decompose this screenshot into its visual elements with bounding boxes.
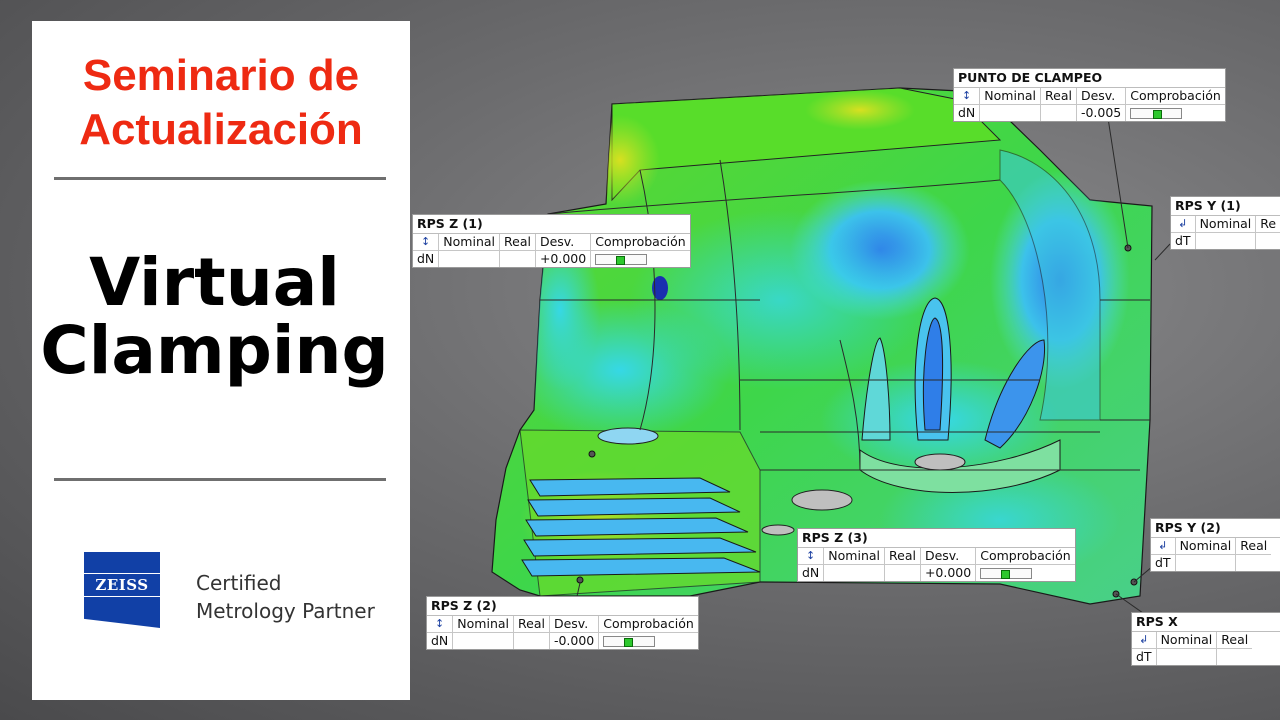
nominal-value — [438, 250, 500, 267]
header-real: Real — [513, 616, 550, 633]
check-bar — [595, 254, 648, 265]
callout-rps-x[interactable]: RPS X ↲ Nominal Real dT — [1131, 612, 1280, 666]
callout-title: RPS Z (2) — [427, 597, 698, 616]
desv-value: -0.000 — [549, 632, 600, 649]
real-value — [1216, 648, 1253, 665]
header-real: Real — [499, 234, 536, 251]
row-label: dN — [413, 250, 440, 267]
nominal-value — [1175, 554, 1237, 571]
callout-title: RPS Z (1) — [413, 215, 690, 234]
header-desv: Desv. — [1076, 88, 1127, 105]
header-comprobacion: Comprobación — [1130, 88, 1221, 103]
header-desv: Desv. — [549, 616, 600, 633]
row-label: dT — [1132, 648, 1157, 665]
callout-punto-de-clampeo[interactable]: PUNTO DE CLAMPEO ↕ Nominal Real Desv. Compro… — [953, 68, 1226, 122]
header-real: Real — [1221, 632, 1249, 647]
nominal-value — [979, 104, 1041, 121]
callout-title: PUNTO DE CLAMPEO — [954, 69, 1225, 88]
normal-arrow-icon: ↕ — [427, 616, 454, 633]
row-label: dN — [427, 632, 454, 649]
header-nominal: Nominal — [452, 616, 514, 633]
nominal-value — [1156, 648, 1218, 665]
desv-value: -0.005 — [1076, 104, 1127, 121]
header-nominal: Nominal — [438, 234, 500, 251]
header-comprobacion: Comprobación — [603, 616, 694, 631]
header-comprobacion: Comprobación — [595, 234, 686, 249]
desv-value: +0.000 — [920, 564, 977, 581]
check-cell — [590, 250, 690, 267]
header-desv: Desv. — [920, 548, 977, 565]
row-label: dN — [798, 564, 825, 581]
header-nominal: Nominal — [979, 88, 1041, 105]
nominal-value — [1195, 232, 1257, 249]
desv-value: +0.000 — [535, 250, 592, 267]
row-label: dN — [954, 104, 981, 121]
tangent-arrow-icon: ↲ — [1171, 216, 1196, 233]
header-real: Real — [1040, 88, 1077, 105]
nominal-value — [823, 564, 885, 581]
header-nominal: Nominal — [1156, 632, 1218, 649]
header-real: Real — [884, 548, 921, 565]
row-label: dT — [1171, 232, 1196, 249]
check-bar — [603, 636, 656, 647]
real-value — [499, 250, 536, 267]
check-cell — [598, 632, 698, 649]
real-value — [1255, 232, 1280, 249]
nominal-value — [452, 632, 514, 649]
callout-rps-z-2[interactable]: RPS Z (2) ↕ Nominal Real Desv. Comprobación … — [426, 596, 699, 650]
header-nominal: Nominal — [1175, 538, 1237, 555]
normal-arrow-icon: ↕ — [798, 548, 825, 565]
tangent-arrow-icon: ↲ — [1151, 538, 1176, 555]
callout-rps-y-2[interactable]: RPS Y (2) ↲ Nominal Real dT — [1150, 518, 1280, 572]
header-real: Real — [1240, 538, 1268, 553]
header-nominal: Nominal — [823, 548, 885, 565]
callout-title: RPS Y (2) — [1151, 519, 1280, 538]
real-value — [1040, 104, 1077, 121]
check-cell — [975, 564, 1075, 581]
header-real: Re — [1260, 216, 1277, 231]
callout-title: RPS Z (3) — [798, 529, 1075, 548]
check-bar — [1130, 108, 1183, 119]
tangent-arrow-icon: ↲ — [1132, 632, 1157, 649]
callout-rps-y-1[interactable]: RPS Y (1) ↲ Nominal Re dT — [1170, 196, 1280, 250]
real-value — [513, 632, 550, 649]
check-bar — [980, 568, 1033, 579]
header-comprobacion: Comprobación — [980, 548, 1071, 563]
header-nominal: Nominal — [1195, 216, 1257, 233]
callout-rps-z-3[interactable]: RPS Z (3) ↕ Nominal Real Desv. Comprobación … — [797, 528, 1076, 582]
callout-title: RPS Y (1) — [1171, 197, 1280, 216]
check-cell — [1125, 104, 1225, 121]
callout-rps-z-1[interactable]: RPS Z (1) ↕ Nominal Real Desv. Comprobación … — [412, 214, 691, 268]
row-label: dT — [1151, 554, 1176, 571]
normal-arrow-icon: ↕ — [954, 88, 981, 105]
real-value — [1235, 554, 1272, 571]
real-value — [884, 564, 921, 581]
normal-arrow-icon: ↕ — [413, 234, 440, 251]
callout-title: RPS X — [1132, 613, 1280, 632]
header-desv: Desv. — [535, 234, 592, 251]
